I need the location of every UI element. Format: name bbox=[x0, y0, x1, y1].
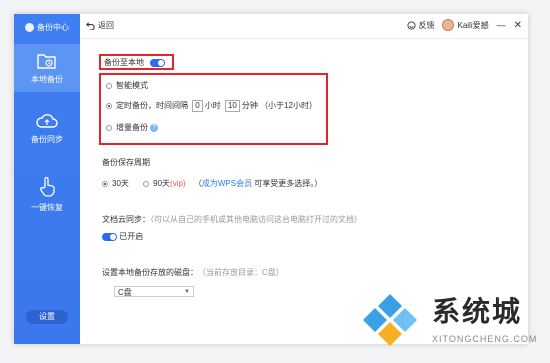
disk-hint: （当前存放目录：C盘） bbox=[202, 268, 284, 277]
retention-title: 备份保存周期 bbox=[102, 158, 150, 167]
cloud-sync-status-row: 已开启 bbox=[102, 231, 143, 242]
option-label: 定时备份，时间间隔 bbox=[116, 101, 188, 111]
smiley-icon bbox=[407, 21, 416, 30]
option-90-days[interactable]: 90天(vip) bbox=[143, 179, 186, 188]
sidebar-item-label: 本地备份 bbox=[31, 75, 63, 84]
watermark-brand: 系统城 bbox=[432, 296, 523, 327]
backup-local-row: 备份至本地 bbox=[104, 57, 166, 68]
cloud-sync-row: 文档云同步：（可以从自己的手机或其他电脑访问这台电脑打开过的文档） bbox=[102, 214, 362, 225]
sidebar-title: 备份中心 bbox=[37, 22, 69, 32]
option-label: 增量备份 bbox=[116, 123, 148, 132]
radio-90-days[interactable] bbox=[143, 180, 150, 187]
back-button[interactable]: 返回 bbox=[86, 20, 114, 31]
member-paren: （ bbox=[193, 179, 202, 188]
sidebar-item-backup-sync[interactable]: 备份同步 bbox=[14, 112, 80, 145]
help-icon[interactable]: ? bbox=[150, 123, 158, 132]
top-right-controls: 反馈 Kaili爱撼 — ✕ bbox=[407, 19, 522, 31]
disk-select-value: C盘 bbox=[118, 288, 132, 297]
retention-options: 30天 90天(vip) （成为WPS会员 可享受更多选择。） bbox=[102, 178, 322, 189]
sidebar-item-label: 备份同步 bbox=[31, 135, 63, 144]
watermark-url: XITONGCHENG.COM bbox=[432, 334, 538, 344]
disk-select[interactable]: C盘 ▼ bbox=[114, 286, 194, 297]
interval-note: （小于12小时） bbox=[260, 101, 317, 111]
member-link[interactable]: 成为WPS会员 bbox=[202, 179, 252, 188]
sidebar-item-restore[interactable]: 一键恢复 bbox=[14, 176, 80, 213]
minutes-input[interactable]: 10 bbox=[224, 100, 240, 112]
cloud-sync-status: 已开启 bbox=[119, 232, 144, 241]
member-suffix: 可享受更多选择。） bbox=[252, 179, 323, 188]
option-scheduled[interactable]: 定时备份，时间间隔 0 小时 10 分钟 （小于12小时） bbox=[106, 100, 317, 112]
disk-title: 设置本地备份存放的磁盘： bbox=[102, 268, 198, 277]
backup-local-toggle[interactable] bbox=[150, 58, 166, 67]
backup-local-label: 备份至本地 bbox=[104, 58, 144, 67]
watermark-logo-icon bbox=[363, 294, 417, 346]
chevron-down-icon: ▼ bbox=[184, 289, 190, 295]
option-smart-mode[interactable]: 智能模式 bbox=[106, 80, 148, 91]
app-logo-icon bbox=[25, 22, 34, 32]
minimize-button[interactable]: — bbox=[497, 20, 506, 30]
hours-input[interactable]: 0 bbox=[192, 100, 203, 112]
back-arrow-icon bbox=[86, 22, 95, 30]
minutes-unit: 分钟 bbox=[241, 101, 258, 111]
feedback-button[interactable]: 反馈 bbox=[407, 20, 434, 31]
cloud-upload-icon bbox=[36, 114, 58, 128]
hand-pointer-icon bbox=[39, 176, 55, 197]
cloud-sync-hint: （可以从自己的手机或其他电脑访问这台电脑打开过的文档） bbox=[150, 215, 362, 224]
cloud-sync-toggle[interactable] bbox=[102, 232, 117, 241]
cloud-sync-title: 文档云同步： bbox=[102, 215, 150, 224]
back-label: 返回 bbox=[98, 21, 114, 30]
sidebar-item-label: 一键恢复 bbox=[31, 203, 63, 212]
avatar bbox=[442, 19, 455, 31]
radio-30-days[interactable] bbox=[102, 180, 108, 187]
close-button[interactable]: ✕ bbox=[514, 20, 522, 31]
option-label: 30天 bbox=[112, 179, 129, 188]
user-menu[interactable]: Kaili爱撼 bbox=[442, 19, 489, 31]
settings-button[interactable]: 设置 bbox=[26, 310, 68, 324]
sidebar: 备份中心 本地备份 备份同步 一键恢复 设置 bbox=[14, 14, 80, 344]
disk-row: 设置本地备份存放的磁盘： （当前存放目录：C盘） bbox=[102, 267, 284, 278]
folder-clock-icon bbox=[37, 54, 56, 69]
feedback-label: 反馈 bbox=[418, 20, 435, 30]
user-name: Kaili爱撼 bbox=[457, 20, 489, 30]
sidebar-header: 备份中心 bbox=[14, 14, 80, 40]
sidebar-item-local-backup[interactable]: 本地备份 bbox=[14, 44, 80, 92]
option-30-days[interactable]: 30天 bbox=[102, 179, 129, 188]
radio-incremental[interactable] bbox=[106, 124, 112, 131]
top-bar: 返回 反馈 Kaili爱撼 — ✕ bbox=[80, 14, 528, 39]
option-incremental[interactable]: 增量备份? bbox=[106, 122, 158, 133]
hours-unit: 小时 bbox=[204, 101, 221, 111]
radio-smart-mode[interactable] bbox=[106, 82, 112, 89]
radio-scheduled[interactable] bbox=[106, 103, 112, 109]
option-label: 智能模式 bbox=[116, 81, 148, 90]
vip-tag: (vip) bbox=[170, 179, 186, 188]
option-label: 90天 bbox=[153, 179, 171, 188]
